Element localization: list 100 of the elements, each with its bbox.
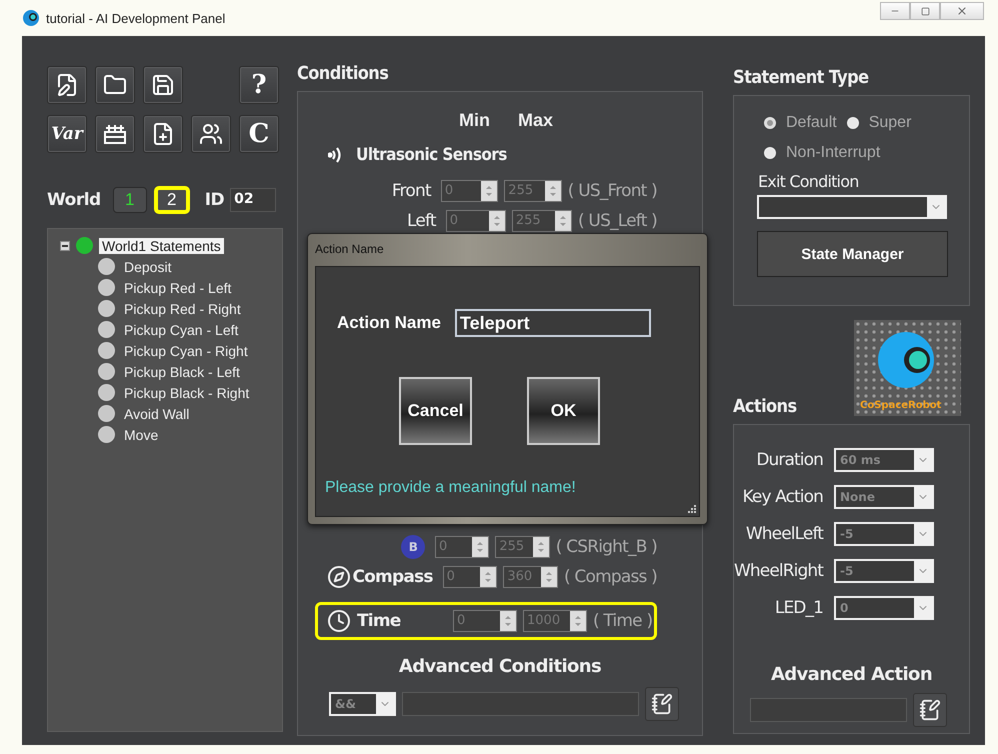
toolbar-button[interactable] [143,115,183,153]
max-spinner[interactable]: 360 [503,566,558,588]
id-field[interactable]: 02 [230,188,276,212]
world-button[interactable]: 1 [112,187,147,213]
action-name-field[interactable]: Teleport [454,309,651,337]
edit-icon [55,73,79,97]
section-title: Actions [733,396,797,417]
section-title: Conditions [297,63,390,84]
edit-icon [919,699,941,721]
action-label: WheelLeft [744,524,824,544]
add-file-icon [151,122,175,146]
world-label: World [47,190,101,210]
c-code-button[interactable]: C [239,115,279,153]
min-spinner[interactable]: 0 [442,566,498,588]
people-icon [199,122,223,146]
section-title: Statement Type [733,67,870,88]
hint-text: Please provide a meaningful name! [325,479,577,497]
column-header: Min [459,110,490,131]
tree-item[interactable]: Pickup Black - Left [121,364,243,380]
cancel-button[interactable]: Cancel [399,377,472,445]
condition-label: Compass [352,567,434,587]
min-spinner[interactable]: 0 [446,210,506,232]
spin-arrows-icon[interactable] [488,211,505,231]
tree-item[interactable]: Move [121,426,162,442]
advanced-action-title: Advanced Action [770,664,932,685]
variable-name: ( US_Front ) [568,181,657,201]
variable-name: ( Compass ) [564,567,658,587]
state-manager-button[interactable]: State Manager [757,231,948,277]
action-name-label: Action Name [337,313,441,333]
collapse-icon[interactable] [60,240,70,250]
action-label: LED_1 [774,598,824,618]
action-label: WheelRight [734,561,824,581]
action-field[interactable] [750,698,907,722]
edit-button[interactable] [913,693,947,727]
variable-name: ( CSRight_B ) [556,537,657,557]
close-icon [956,5,968,17]
column-header: Max [518,110,554,131]
edit-button[interactable] [645,687,679,721]
resize-grip-icon[interactable] [687,504,696,513]
radio-option[interactable]: Super [846,114,912,132]
action-dropdown[interactable]: -5 [834,522,934,546]
condition-label: Left [406,211,438,231]
radio-option[interactable]: Default [764,114,837,132]
toolbar-button[interactable] [95,115,135,153]
variable-name: ( US_Left ) [578,211,657,231]
action-label: Key Action [742,487,824,507]
tree-item[interactable]: Deposit [121,258,174,274]
action-dropdown[interactable]: 0 [834,596,934,620]
action-dropdown[interactable]: -5 [834,559,934,583]
tree-item[interactable]: Pickup Cyan - Right [121,342,251,358]
advanced-conditions-title: Advanced Conditions [398,656,602,677]
robot-logo-icon [854,320,961,416]
max-spinner[interactable]: 255 [512,210,572,232]
toolbar-button[interactable] [95,66,135,104]
tree-item[interactable]: Pickup Red - Right [121,300,244,316]
tree-item[interactable]: Pickup Black - Right [121,384,252,400]
condition-label: Time [357,611,402,631]
min-spinner[interactable]: 0 [453,610,517,632]
toolbar-button[interactable] [191,115,231,153]
min-spinner[interactable]: 0 [434,536,490,558]
condition-label: Front [390,181,432,201]
action-dropdown[interactable]: None [834,485,934,509]
edit-icon [651,693,673,715]
tree-item[interactable]: World1 Statements [99,238,224,254]
min-spinner[interactable]: 0 [440,180,498,202]
max-spinner[interactable]: 255 [495,536,550,558]
radio-option[interactable]: Non-Interrupt [764,144,880,162]
ok-button[interactable]: OK [527,377,600,445]
toolbar-button[interactable] [47,66,87,104]
save-icon [151,73,175,97]
channel-badge: B [400,535,425,559]
maximize-icon [920,6,930,16]
world-button[interactable]: 2 [154,187,189,213]
max-spinner[interactable]: 1000 [523,610,587,632]
variable-name: ( Time ) [593,611,652,631]
logo-text: CoSpaceRobot [860,400,942,411]
rack-icon [103,123,127,145]
id-label: ID [204,190,224,210]
maximize-button[interactable] [910,2,940,20]
sensor-group-title: Ultrasonic Sensors [356,145,507,165]
operator-dropdown[interactable]: && [329,692,396,716]
help-button[interactable]: ? [239,66,279,104]
spin-arrows-icon[interactable] [532,537,549,557]
compass-icon [327,565,351,589]
tree-item[interactable]: Pickup Red - Left [121,280,234,296]
toolbar-button[interactable] [143,66,183,104]
dialog-title: Action Name [315,242,384,256]
variables-button[interactable]: Var [47,115,87,153]
tree-item[interactable]: Avoid Wall [121,406,192,422]
exit-condition-dropdown[interactable] [757,195,947,219]
action-label: Duration [755,450,824,470]
exit-condition-label: Exit Condition [758,172,860,191]
app-logo-icon [22,9,40,27]
action-dropdown[interactable]: 60 ms [834,448,934,472]
condition-field[interactable] [402,692,639,716]
close-button[interactable] [940,2,984,20]
tree-item[interactable]: Pickup Cyan - Left [121,322,242,338]
max-spinner[interactable]: 255 [504,180,562,202]
spin-arrows-icon[interactable] [540,567,557,587]
spin-arrows-icon[interactable] [544,181,561,201]
